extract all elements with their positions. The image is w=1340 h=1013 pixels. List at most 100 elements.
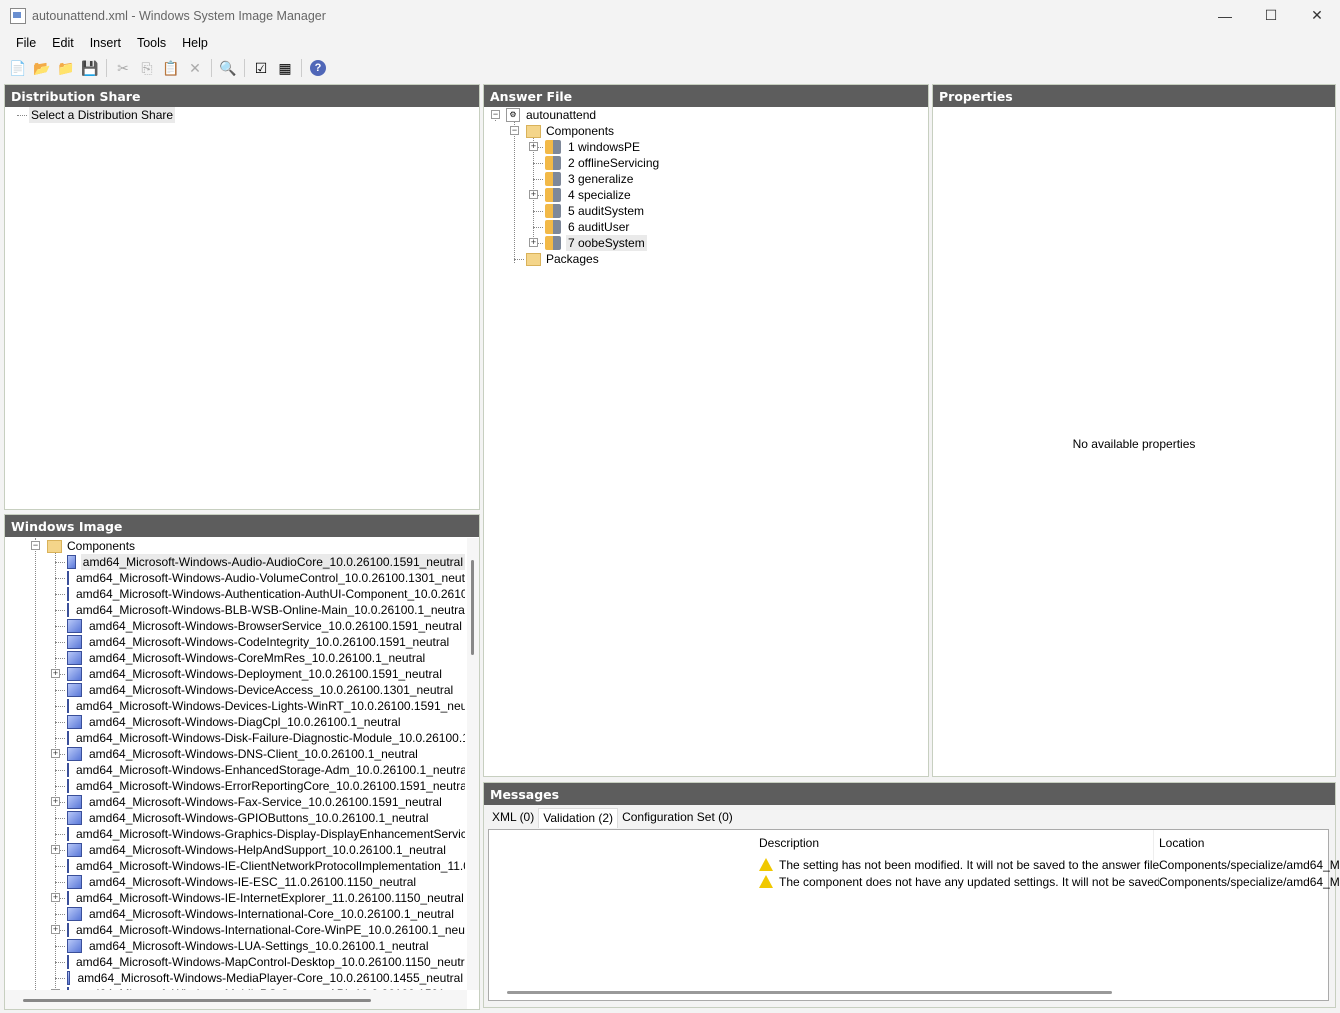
toolbar-separator bbox=[244, 59, 245, 77]
new-answer-file-button[interactable]: 📄 bbox=[8, 58, 28, 78]
copy-icon: ⎘ bbox=[141, 59, 153, 76]
menu-edit[interactable]: Edit bbox=[44, 36, 82, 50]
component-item[interactable]: amd64_Microsoft-Windows-MapControl-Deskt… bbox=[5, 954, 465, 970]
component-item[interactable]: amd64_Microsoft-Windows-CoreMmRes_10.0.2… bbox=[5, 650, 465, 666]
expand-icon[interactable]: + bbox=[529, 238, 538, 247]
component-item[interactable]: amd64_Microsoft-Windows-International-Co… bbox=[5, 906, 465, 922]
configuration-pass-item[interactable]: 5 auditSystem bbox=[484, 203, 928, 219]
components-node[interactable]: Components bbox=[67, 538, 135, 554]
paste-button[interactable]: 📋 bbox=[161, 58, 181, 78]
expand-icon[interactable]: + bbox=[51, 797, 60, 806]
configuration-pass-item[interactable]: +4 specialize bbox=[484, 187, 928, 203]
message-row[interactable]: The component does not have any updated … bbox=[759, 873, 1340, 890]
component-item[interactable]: amd64_Microsoft-Windows-Authentication-A… bbox=[5, 586, 465, 602]
component-item[interactable]: amd64_Microsoft-Windows-DeviceAccess_10.… bbox=[5, 682, 465, 698]
tree-connector bbox=[55, 978, 65, 979]
messages-pane: Messages XML (0) Validation (2) Configurat… bbox=[483, 782, 1340, 1008]
tree-connector bbox=[55, 738, 65, 739]
component-item[interactable]: amd64_Microsoft-Windows-GPIOButtons_10.0… bbox=[5, 810, 465, 826]
minimize-button[interactable]: — bbox=[1202, 0, 1248, 31]
expand-icon[interactable]: + bbox=[51, 669, 60, 678]
help-button[interactable]: ? bbox=[308, 58, 328, 78]
component-item[interactable]: + amd64_Microsoft-Windows-IE-InternetExpl… bbox=[5, 890, 465, 906]
close-button[interactable]: ✕ bbox=[1294, 0, 1340, 31]
component-item[interactable]: + amd64_Microsoft-Windows-Deployment_10.0… bbox=[5, 666, 465, 682]
component-item[interactable]: amd64_Microsoft-Windows-IE-ESC_11.0.2610… bbox=[5, 874, 465, 890]
component-item[interactable]: amd64_Microsoft-Windows-Audio-VolumeCont… bbox=[5, 570, 465, 586]
column-header-description[interactable]: Description bbox=[759, 836, 819, 850]
horizontal-scrollbar[interactable] bbox=[507, 991, 1112, 994]
component-item[interactable]: amd64_Microsoft-Windows-LUA-Settings_10.… bbox=[5, 938, 465, 954]
create-configuration-set-button[interactable]: ▦ bbox=[275, 58, 295, 78]
component-item[interactable]: amd64_Microsoft-Windows-BLB-WSB-Online-M… bbox=[5, 602, 465, 618]
component-item[interactable]: + amd64_Microsoft-Windows-International-C… bbox=[5, 922, 465, 938]
expand-icon[interactable]: + bbox=[51, 925, 60, 934]
save-button[interactable]: 💾 bbox=[80, 58, 100, 78]
component-item[interactable]: + amd64_Microsoft-Windows-HelpAndSupport_… bbox=[5, 842, 465, 858]
expand-icon[interactable]: + bbox=[51, 845, 60, 854]
component-item[interactable]: amd64_Microsoft-Windows-ErrorReportingCo… bbox=[5, 778, 465, 794]
menu-bar: File Edit Insert Tools Help bbox=[0, 31, 1340, 55]
tab-validation[interactable]: Validation (2) bbox=[538, 808, 619, 828]
component-label: amd64_Microsoft-Windows-Audio-AudioCore_… bbox=[80, 554, 465, 570]
tab-xml[interactable]: XML (0) bbox=[488, 808, 538, 828]
component-item[interactable]: + amd64_Microsoft-Windows-DNS-Client_10.0… bbox=[5, 746, 465, 762]
open-distribution-share-button[interactable]: 📁 bbox=[56, 58, 76, 78]
menu-insert[interactable]: Insert bbox=[82, 36, 129, 50]
validate-button[interactable]: ☑ bbox=[251, 58, 271, 78]
configuration-pass-item[interactable]: 3 generalize bbox=[484, 171, 928, 187]
column-header-location[interactable]: Location bbox=[1159, 836, 1204, 850]
component-item[interactable]: amd64_Microsoft-Windows-Audio-AudioCore_… bbox=[5, 554, 465, 570]
configuration-pass-item[interactable]: 6 auditUser bbox=[484, 219, 928, 235]
configuration-pass-item[interactable]: +1 windowsPE bbox=[484, 139, 928, 155]
menu-file[interactable]: File bbox=[8, 36, 44, 50]
scrollbar-thumb[interactable] bbox=[471, 560, 474, 655]
expand-icon[interactable]: + bbox=[529, 190, 538, 199]
component-icon bbox=[67, 875, 82, 889]
copy-button[interactable]: ⎘ bbox=[137, 58, 157, 78]
packages-node[interactable]: Packages bbox=[546, 251, 599, 267]
component-icon bbox=[67, 923, 69, 937]
expand-icon[interactable]: + bbox=[51, 749, 60, 758]
menu-tools[interactable]: Tools bbox=[129, 36, 174, 50]
find-button[interactable]: 🔍 bbox=[218, 58, 238, 78]
configuration-pass-item[interactable]: +7 oobeSystem bbox=[484, 235, 928, 251]
component-item[interactable]: amd64_Microsoft-Windows-BrowserService_1… bbox=[5, 618, 465, 634]
scrollbar-thumb[interactable] bbox=[23, 999, 371, 1002]
tree-connector bbox=[55, 658, 65, 659]
pane-title: Properties bbox=[933, 85, 1335, 107]
expand-icon[interactable]: + bbox=[529, 142, 538, 151]
component-item[interactable]: amd64_Microsoft-Windows-Disk-Failure-Dia… bbox=[5, 730, 465, 746]
expand-icon[interactable]: + bbox=[51, 893, 60, 902]
windows-image-pane: Windows Image − Components amd64_Microso… bbox=[4, 514, 480, 1010]
select-distribution-share-item[interactable]: Select a Distribution Share bbox=[29, 107, 176, 123]
component-item[interactable]: amd64_Microsoft-Windows-Devices-Lights-W… bbox=[5, 698, 465, 714]
component-item[interactable]: amd64_Microsoft-Windows-IE-ClientNetwork… bbox=[5, 858, 465, 874]
configuration-pass-item[interactable]: 2 offlineServicing bbox=[484, 155, 928, 171]
component-item[interactable]: amd64_Microsoft-Windows-MediaPlayer-Core… bbox=[5, 970, 465, 986]
delete-button[interactable]: ✕ bbox=[185, 58, 205, 78]
component-item[interactable]: + amd64_Microsoft-Windows-Fax-Service_10.… bbox=[5, 794, 465, 810]
answer-file-root[interactable]: autounattend bbox=[526, 107, 596, 123]
component-label: amd64_Microsoft-Windows-EnhancedStorage-… bbox=[76, 763, 465, 777]
component-item[interactable]: amd64_Microsoft-Windows-Graphics-Display… bbox=[5, 826, 465, 842]
horizontal-scrollbar[interactable] bbox=[5, 990, 467, 1009]
message-row[interactable]: The setting has not been modified. It wi… bbox=[759, 856, 1340, 873]
tab-configuration[interactable]: Configuration Set (0) bbox=[618, 808, 737, 828]
component-item[interactable]: amd64_Microsoft-Windows-CodeIntegrity_10… bbox=[5, 634, 465, 650]
open-button[interactable]: 📂 bbox=[32, 58, 52, 78]
tree-connector bbox=[55, 626, 65, 627]
component-item[interactable]: amd64_Microsoft-Windows-EnhancedStorage-… bbox=[5, 762, 465, 778]
menu-help[interactable]: Help bbox=[174, 36, 216, 50]
vertical-scrollbar[interactable] bbox=[467, 538, 479, 990]
component-item[interactable]: amd64_Microsoft-Windows-DiagCpl_10.0.261… bbox=[5, 714, 465, 730]
cut-button[interactable]: ✂ bbox=[113, 58, 133, 78]
maximize-button[interactable]: ☐ bbox=[1248, 0, 1294, 31]
title-bar: autounattend.xml - Windows System Image … bbox=[0, 0, 1340, 31]
window-title: autounattend.xml - Windows System Image … bbox=[32, 8, 326, 23]
components-node[interactable]: Components bbox=[546, 123, 614, 139]
component-label: amd64_Microsoft-Windows-IE-InternetExplo… bbox=[76, 891, 464, 905]
open-icon: 📂 bbox=[33, 59, 51, 76]
pane-title: Windows Image bbox=[5, 515, 479, 537]
component-label: amd64_Microsoft-Windows-ErrorReportingCo… bbox=[76, 779, 465, 793]
